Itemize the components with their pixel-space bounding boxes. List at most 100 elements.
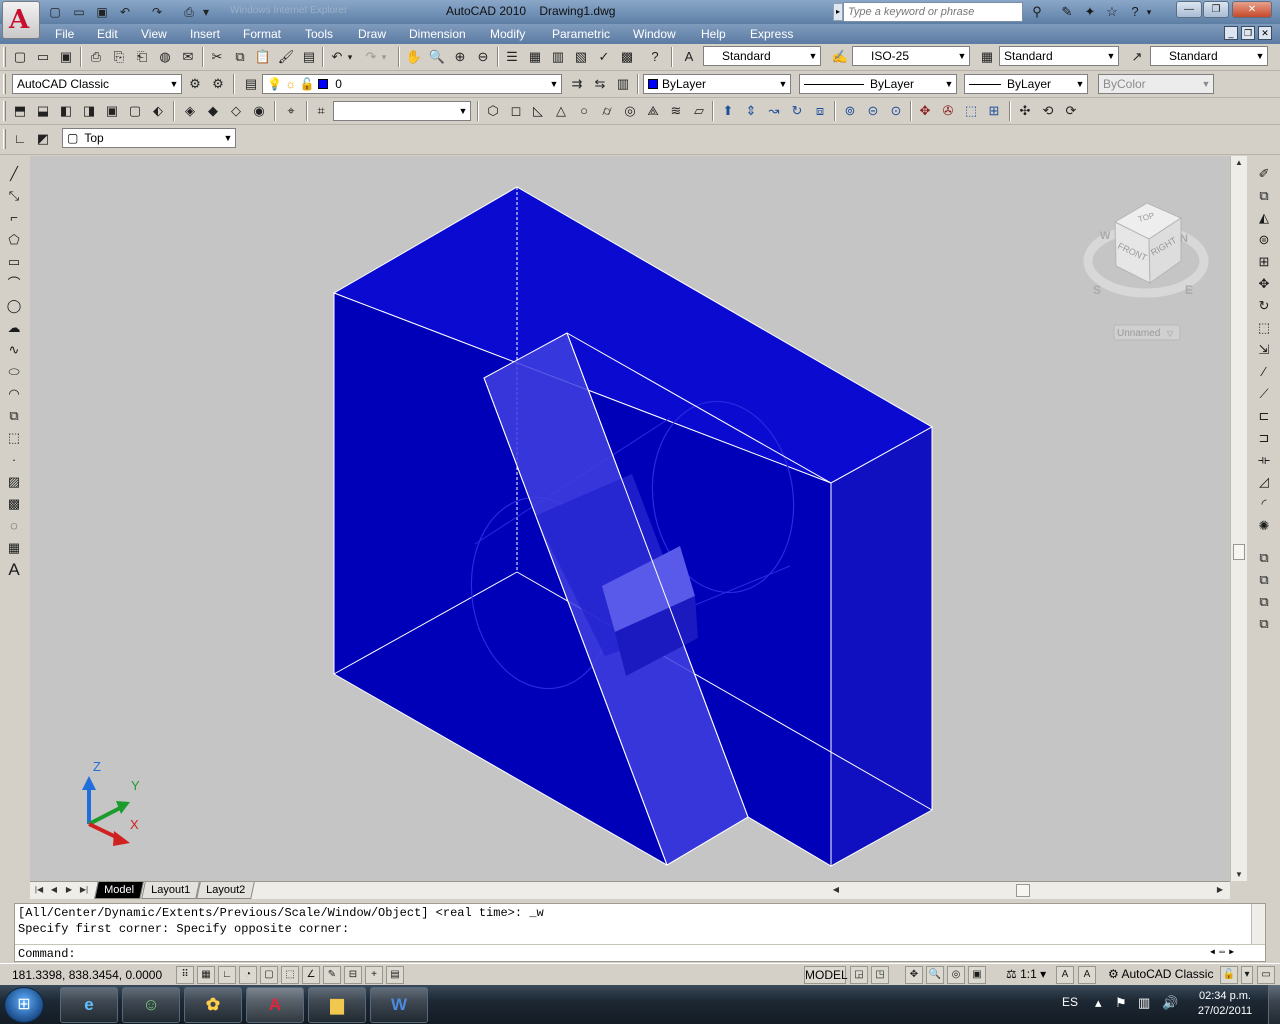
tool-palettes-icon[interactable]: ▥ <box>547 46 569 68</box>
network-icon[interactable]: ▥ <box>1138 995 1150 1011</box>
paint-icon[interactable]: ✿ <box>184 987 242 1023</box>
construction-line-icon[interactable]: ⤡ <box>3 185 25 206</box>
ucs-3point-icon[interactable]: ∟ <box>9 128 31 150</box>
object-snap-tracking-icon[interactable]: ∠ <box>302 966 320 984</box>
copy-object-icon[interactable]: ⧉ <box>1253 185 1275 206</box>
text-style-combo[interactable]: Standard ▼ <box>703 46 821 66</box>
multileader-style-combo[interactable]: Standard ▼ <box>1150 46 1268 66</box>
revision-cloud-icon[interactable]: ☁ <box>3 317 25 338</box>
view-bottom-cube-icon[interactable]: ⬓ <box>32 100 54 122</box>
drawing-viewport[interactable]: TOP FRONT RIGHT S E N W Unnamed ▽ Z Y X <box>30 156 1230 881</box>
menu-draw[interactable]: Draw <box>358 27 386 41</box>
erase-icon[interactable]: ✐ <box>1253 163 1275 184</box>
extend-icon[interactable]: ⟋ <box>1253 383 1275 404</box>
dynamic-ucs-icon[interactable]: ✎ <box>323 966 341 984</box>
quick-view-layouts-icon[interactable]: ◲ <box>850 966 868 984</box>
move-icon[interactable]: ✥ <box>1253 273 1275 294</box>
design-center-icon[interactable]: ▦ <box>524 46 546 68</box>
trim-icon[interactable]: ⁄ <box>1253 361 1275 382</box>
make-block-icon[interactable]: ⬚ <box>3 427 25 448</box>
object-snap-icon[interactable]: ▢ <box>260 966 278 984</box>
menu-parametric[interactable]: Parametric <box>552 27 610 41</box>
zoom-window-icon[interactable]: ⊕ <box>449 46 471 68</box>
annotation-visibility-icon[interactable]: A <box>1056 966 1074 984</box>
join-icon[interactable]: ⟛ <box>1253 449 1275 470</box>
gradient-icon[interactable]: ▩ <box>3 493 25 514</box>
menu-view[interactable]: View <box>141 27 167 41</box>
intersect-icon[interactable]: ⊙ <box>885 100 907 122</box>
polar-tracking-icon[interactable]: ◔ <box>239 966 257 984</box>
workspace-settings-icon[interactable]: ⚙ <box>184 73 206 95</box>
dynamic-input-icon[interactable]: ⊟ <box>344 966 362 984</box>
view-front-cube-icon[interactable]: ▣ <box>101 100 123 122</box>
menu-dimension[interactable]: Dimension <box>409 27 466 41</box>
torus-icon[interactable]: ◎ <box>619 100 641 122</box>
polysolid-icon[interactable]: ⬡ <box>482 100 504 122</box>
steeringwheel-icon[interactable]: ◎ <box>947 966 965 984</box>
insert-block-icon[interactable]: ⧉ <box>3 405 25 426</box>
menu-modify[interactable]: Modify <box>490 27 525 41</box>
menu-help[interactable]: Help <box>701 27 726 41</box>
3d-object-snap-icon[interactable]: ⬚ <box>281 966 299 984</box>
plot-icon[interactable]: ⎙ <box>85 46 107 68</box>
hatch-icon[interactable]: ▨ <box>3 471 25 492</box>
draworder-front-icon[interactable]: ⧉ <box>1253 547 1275 568</box>
horizontal-scroll-thumb[interactable] <box>1016 884 1030 897</box>
lock-ui-icon[interactable]: 🔓 <box>1220 966 1238 984</box>
table-icon[interactable]: ▦ <box>3 537 25 558</box>
draworder-back-icon[interactable]: ⧉ <box>1253 569 1275 590</box>
send-under-icon[interactable]: ⧉ <box>1253 613 1275 634</box>
menu-insert[interactable]: Insert <box>190 27 220 41</box>
fillet-icon[interactable]: ◜ <box>1253 493 1275 514</box>
binoculars-search-icon[interactable]: ⚲ <box>1027 3 1047 21</box>
view-left-cube-icon[interactable]: ◧ <box>55 100 77 122</box>
table-style-combo[interactable]: Standard ▼ <box>999 46 1119 66</box>
cut-icon[interactable]: ✂ <box>206 46 228 68</box>
command-line-scroll[interactable]: ◀ ▭ ▶ <box>1210 947 1266 959</box>
layer-state-icon[interactable]: ▥ <box>612 73 634 95</box>
workspace-combo[interactable]: AutoCAD Classic ▼ <box>12 74 182 94</box>
doc-restore-icon[interactable]: ❐ <box>1241 26 1255 40</box>
free-orbit-icon[interactable]: ⟳ <box>1060 100 1082 122</box>
undo-icon[interactable]: ↶ <box>116 3 134 20</box>
pan-status-icon[interactable]: ✥ <box>905 966 923 984</box>
action-center-flag-icon[interactable]: ⚑ <box>1115 995 1127 1011</box>
polygon-icon[interactable]: ⬠ <box>3 229 25 250</box>
chamfer-icon[interactable]: ◿ <box>1253 471 1275 492</box>
plot-icon[interactable]: ⎙ <box>180 3 198 20</box>
named-views-icon[interactable]: ◩ <box>32 128 54 150</box>
copy-icon[interactable]: ⧉ <box>229 46 251 68</box>
open-icon[interactable]: ▭ <box>32 46 54 68</box>
internet-explorer-icon[interactable]: e <box>60 987 118 1023</box>
menu-tools[interactable]: Tools <box>305 27 333 41</box>
redo-dropdown-icon[interactable]: ▾ <box>378 46 390 68</box>
point-icon[interactable]: · <box>3 449 25 470</box>
layer-properties-icon[interactable]: ▤ <box>240 73 262 95</box>
model-space-button[interactable]: MODEL <box>804 966 848 984</box>
arc-icon[interactable]: ⌒ <box>3 273 25 294</box>
zoom-status-icon[interactable]: 🔍 <box>926 966 944 984</box>
zoom-realtime-icon[interactable]: 🔍 <box>426 46 448 68</box>
subscription-center-icon[interactable]: ✦ <box>1080 3 1100 21</box>
layer-combo[interactable]: 💡 ☼ 🔓 0 ▼ <box>262 74 562 94</box>
doc-minimize-icon[interactable]: _ <box>1224 26 1238 40</box>
color-combo[interactable]: ByLayer ▼ <box>643 74 791 94</box>
next-tab-icon[interactable]: ▶ <box>63 884 75 896</box>
help-icon[interactable]: ? <box>644 46 666 68</box>
snap-mode-icon[interactable]: ⠿ <box>176 966 194 984</box>
stretch-icon[interactable]: ⇲ <box>1253 339 1275 360</box>
text-style-icon[interactable]: A <box>678 46 700 68</box>
prev-tab-icon[interactable]: ◀ <box>48 884 60 896</box>
autocad-taskbar-icon[interactable]: A <box>246 987 304 1023</box>
application-menu-button[interactable]: A <box>2 1 40 39</box>
ucs-icon[interactable]: ⌖ <box>280 100 302 122</box>
lineweight-toggle-icon[interactable]: + <box>365 966 383 984</box>
minimize-button[interactable]: — <box>1176 1 1202 18</box>
break-at-point-icon[interactable]: ⊏ <box>1253 405 1275 426</box>
infocenter-collapse-icon[interactable]: ▸ <box>833 3 843 21</box>
my-workspace-icon[interactable]: ⚙ <box>207 73 229 95</box>
region-icon[interactable]: ◌ <box>3 515 25 536</box>
view-top-cube-icon[interactable]: ⬒ <box>9 100 31 122</box>
layer-on-bulb-icon[interactable]: 💡 <box>267 77 282 91</box>
publish-icon[interactable]: ⎗ <box>131 46 153 68</box>
